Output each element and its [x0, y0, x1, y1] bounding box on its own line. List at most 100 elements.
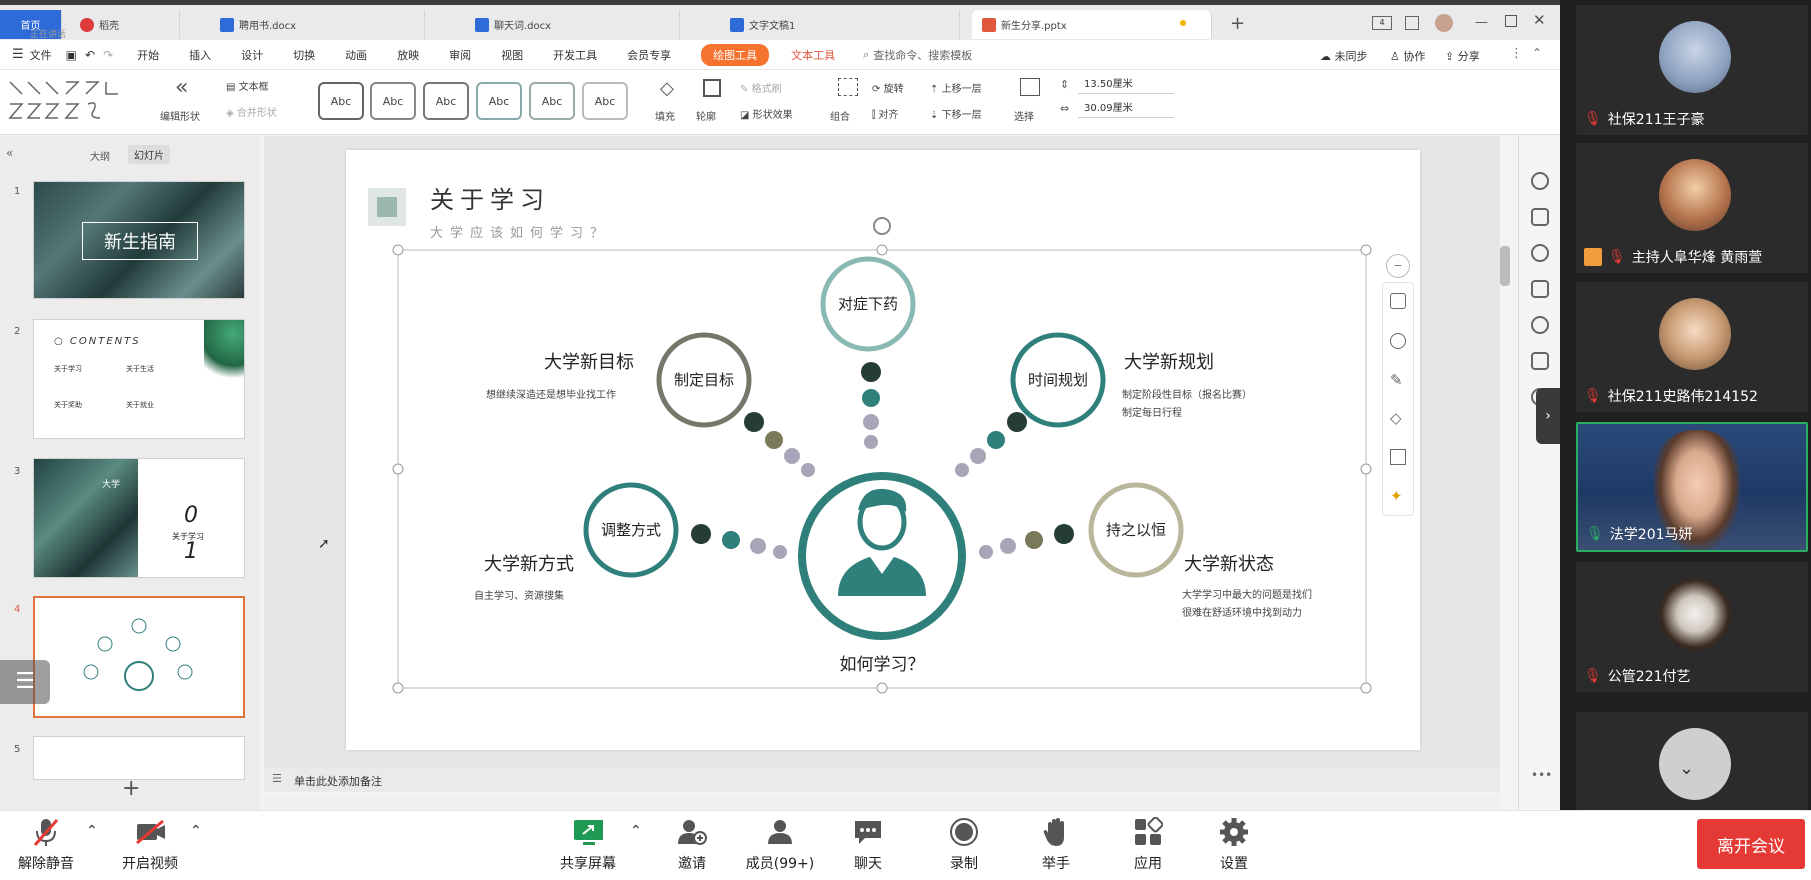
width-input[interactable]: 30.09厘米 [1078, 100, 1174, 118]
slide-thumb-5[interactable] [33, 736, 245, 780]
close-icon[interactable]: ✕ [1533, 11, 1546, 29]
tab-docer[interactable]: 稻壳 [70, 10, 180, 39]
menu-insert[interactable]: 插入 [189, 47, 211, 63]
menu-developer[interactable]: 开发工具 [553, 47, 597, 63]
select-button[interactable]: 选择 [1014, 108, 1034, 123]
members-button[interactable]: 成员(99+) [740, 815, 820, 877]
edit-icon[interactable] [1531, 352, 1549, 370]
bring-forward-button[interactable]: ⇡ 上移一层 [930, 80, 982, 95]
text-box-button[interactable]: ▤ 文本框 [226, 78, 269, 93]
rocket-icon[interactable] [1531, 172, 1549, 190]
minimize-icon[interactable]: — [1475, 15, 1488, 30]
menu-text-tools[interactable]: 文本工具 [791, 47, 835, 63]
search-commands[interactable]: 查找命令、搜索模板 [873, 47, 972, 63]
menu-animation[interactable]: 动画 [345, 47, 367, 63]
share-button[interactable]: ⇪ 分享 [1445, 48, 1480, 64]
format-painter-button[interactable]: ✎ 格式刷 [740, 80, 782, 95]
collapse-float-icon[interactable]: − [1386, 254, 1410, 278]
layers-icon[interactable] [1390, 333, 1406, 349]
align-button[interactable]: ⫿ 对齐 [872, 106, 898, 121]
restore-icon[interactable] [1505, 15, 1517, 27]
record-button[interactable]: 录制 [924, 815, 1004, 877]
new-tab-icon[interactable]: + [1230, 13, 1245, 34]
menu-design[interactable]: 设计 [241, 47, 263, 63]
shape-style-6[interactable]: Abc [582, 82, 628, 120]
send-backward-button[interactable]: ⇣ 下移一层 [930, 106, 982, 121]
scroll-thumb[interactable] [1500, 246, 1510, 286]
share-options-icon[interactable]: ⌃ [630, 823, 642, 839]
shape-gallery-icon[interactable] [8, 78, 130, 126]
menu-review[interactable]: 审阅 [449, 47, 471, 63]
menu-transition[interactable]: 切换 [293, 47, 315, 63]
shape-style-4[interactable]: Abc [476, 82, 522, 120]
more-icon[interactable]: ⋮ [1510, 46, 1523, 61]
rotate-button[interactable]: ⟳ 旋转 [872, 80, 904, 95]
lightbulb-icon[interactable]: ✦ [1390, 487, 1403, 505]
slide-thumb-3[interactable]: 大学 0 关于学习 1 [33, 458, 245, 578]
tab-outline[interactable]: 大纲 [90, 148, 110, 163]
floating-menu-icon[interactable]: ☰ [0, 660, 50, 704]
slide-thumb-4[interactable] [33, 596, 245, 718]
shape-style-2[interactable]: Abc [370, 82, 416, 120]
start-video-button[interactable]: 开启视频 [110, 815, 190, 877]
account-avatar[interactable] [1435, 14, 1453, 32]
help-icon[interactable] [1531, 316, 1549, 334]
menu-icon[interactable]: ☰ [12, 47, 24, 62]
chat-button[interactable]: 聊天 [828, 815, 908, 877]
height-input[interactable]: 13.50厘米 [1078, 76, 1174, 94]
apps-button[interactable]: 应用 [1108, 815, 1188, 877]
shape-effect-button[interactable]: ◪ 形状效果 [740, 106, 793, 121]
menu-file[interactable]: 文件 [30, 47, 52, 63]
tab-slides[interactable]: 幻灯片 [128, 145, 170, 164]
video-options-icon[interactable]: ⌃ [190, 823, 202, 839]
notes-placeholder[interactable]: 单击此处添加备注 [294, 773, 382, 789]
fill-button[interactable]: 填充 [655, 108, 675, 123]
participant-tile[interactable]: 🎙 公管221付艺 [1576, 562, 1808, 692]
shape-style-5[interactable]: Abc [529, 82, 575, 120]
pen-icon[interactable]: ✎ [1390, 371, 1403, 389]
rotate-handle[interactable] [873, 217, 891, 235]
menu-member[interactable]: 会员专享 [627, 47, 671, 63]
raise-hand-button[interactable]: 举手 [1016, 815, 1096, 877]
shape-style-1[interactable]: Abc [318, 82, 364, 120]
unmute-button[interactable]: 解除静音 [6, 815, 86, 877]
notes-bar[interactable]: ☰ 单击此处添加备注 [264, 768, 1500, 792]
fill-bucket-icon[interactable]: ◇ [1390, 409, 1402, 427]
add-slide-button[interactable]: + [122, 776, 140, 801]
leave-meeting-button[interactable]: 离开会议 [1697, 819, 1805, 869]
unsynced-button[interactable]: ☁ 未同步 [1320, 48, 1368, 64]
participant-tile[interactable]: 🎙 社保211史路伟214152 [1576, 282, 1808, 412]
border-icon[interactable] [1390, 449, 1406, 465]
participant-tile-active[interactable]: 🎙 法学201马妍 [1576, 422, 1808, 552]
undo-icon[interactable]: ↶ [85, 48, 95, 62]
collapse-pane-icon[interactable]: « [6, 146, 13, 160]
invite-button[interactable]: 邀请 [652, 815, 732, 877]
pin-icon[interactable] [1531, 244, 1549, 262]
select-icon[interactable] [1020, 78, 1040, 96]
shape-icon[interactable] [1390, 293, 1406, 309]
participant-tile[interactable]: 🎙 社保211王子豪 [1576, 5, 1808, 135]
merge-shape-button[interactable]: ◈ 合并形状 [226, 104, 277, 119]
collapse-ribbon-icon[interactable]: ⌃ [1532, 46, 1542, 60]
settings-button[interactable]: 设置 [1194, 815, 1274, 877]
audio-options-icon[interactable]: ⌃ [86, 823, 98, 839]
more-dots-icon[interactable]: ••• [1531, 768, 1552, 782]
vertical-scrollbar[interactable] [1504, 136, 1512, 768]
group-button[interactable]: 组合 [830, 108, 850, 123]
outline-button[interactable]: 轮廓 [696, 108, 716, 123]
tab-pptx[interactable]: 新生分享.pptx [972, 10, 1212, 39]
participant-tile-host[interactable]: 🎙 主持人阜华烽 黄雨萱 [1576, 143, 1808, 273]
adjust-icon[interactable] [1531, 208, 1549, 226]
participant-tile[interactable]: ⌄ [1576, 712, 1808, 810]
fill-icon[interactable]: ◇ [660, 78, 674, 99]
menu-drawing-tools[interactable]: 绘图工具 [701, 43, 770, 66]
redo-icon[interactable]: ↷ [103, 48, 113, 62]
tab-doc-3[interactable]: 文字文稿1 [720, 10, 960, 39]
share-screen-button[interactable]: 共享屏幕 [548, 815, 628, 877]
slide-thumb-1[interactable]: 新生指南 [33, 181, 245, 299]
outline-icon[interactable] [703, 79, 721, 97]
menu-start[interactable]: 开始 [137, 47, 159, 63]
slide-thumb-2[interactable]: ○ CONTENTS 关于学习 关于生活 关于奖助 关于就业 [33, 319, 245, 439]
collab-button[interactable]: ♙ 协作 [1390, 48, 1425, 64]
screen-layout-icon[interactable]: 4 [1372, 16, 1392, 30]
